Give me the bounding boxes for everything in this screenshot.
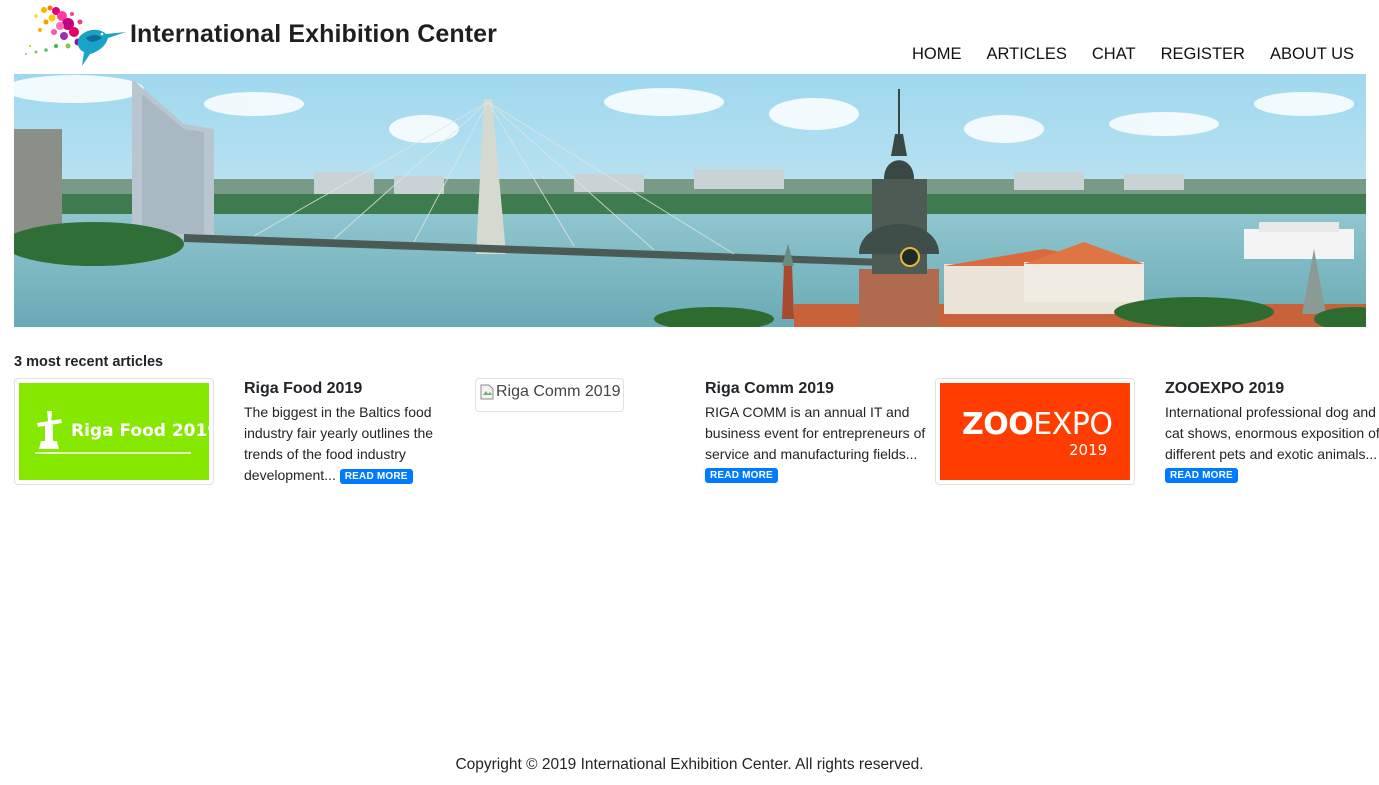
hummingbird-logo[interactable]: [16, 2, 128, 72]
article-body: Riga Comm 2019 RIGA COMM is an annual IT…: [705, 380, 930, 484]
article-body: ZOOEXPO 2019 International professional …: [1165, 380, 1379, 484]
article-title[interactable]: Riga Comm 2019: [705, 380, 930, 398]
article-title[interactable]: ZOOEXPO 2019: [1165, 380, 1379, 398]
zooexpo-logo-expo: EXPO: [1033, 407, 1113, 442]
article-title[interactable]: Riga Food 2019: [244, 380, 469, 398]
site-header: International Exhibition Center HOME ART…: [0, 0, 1379, 74]
footer-copyright: Copyright © 2019 International Exhibitio…: [455, 756, 924, 773]
site-title[interactable]: International Exhibition Center: [130, 20, 497, 49]
nav-about-us[interactable]: ABOUT US: [1270, 45, 1354, 64]
zooexpo-logo-year: 2019: [1069, 441, 1108, 459]
zooexpo-image: ZOOEXPO 2019: [940, 383, 1130, 480]
broken-image-icon: [480, 384, 494, 400]
read-more-button[interactable]: READ MORE: [705, 468, 778, 483]
article-thumbnail[interactable]: ZOOEXPO 2019: [935, 378, 1135, 485]
article-excerpt: RIGA COMM is an annual IT and business e…: [705, 404, 926, 462]
read-more-button[interactable]: READ MORE: [339, 469, 413, 484]
article-thumbnail[interactable]: Riga Food 2019: [14, 378, 214, 485]
broken-image: Riga Comm 2019: [480, 383, 621, 401]
article-body: Riga Food 2019 The biggest in the Baltic…: [244, 380, 469, 486]
article-thumbnail[interactable]: Riga Comm 2019: [475, 378, 624, 412]
nav-articles[interactable]: ARTICLES: [987, 45, 1067, 64]
read-more-button[interactable]: READ MORE: [1165, 468, 1238, 483]
nav-register[interactable]: REGISTER: [1161, 45, 1245, 64]
nav-home[interactable]: HOME: [912, 45, 962, 64]
city-panorama-banner: [14, 74, 1366, 327]
riga-food-image: Riga Food 2019: [19, 383, 209, 480]
nav-chat[interactable]: CHAT: [1092, 45, 1136, 64]
article-card: Riga Comm 2019 Riga Comm 2019 RIGA COMM …: [475, 378, 936, 518]
broken-image-alt-text: Riga Comm 2019: [496, 383, 621, 400]
article-card: ZOOEXPO 2019 ZOOEXPO 2019 International …: [935, 378, 1379, 518]
article-card: Riga Food 2019 Riga Food 2019 The bigges…: [14, 378, 475, 518]
zooexpo-logo-zoo: ZOO: [962, 407, 1034, 442]
article-excerpt: International professional dog and cat s…: [1165, 404, 1379, 462]
section-title: 3 most recent articles: [14, 354, 164, 370]
riga-food-logo-text: Riga Food 2019: [71, 421, 209, 441]
article-excerpt: The biggest in the Baltics food industry…: [244, 402, 469, 486]
main-nav: HOME ARTICLES CHAT REGISTER ABOUT US: [887, 45, 1354, 64]
